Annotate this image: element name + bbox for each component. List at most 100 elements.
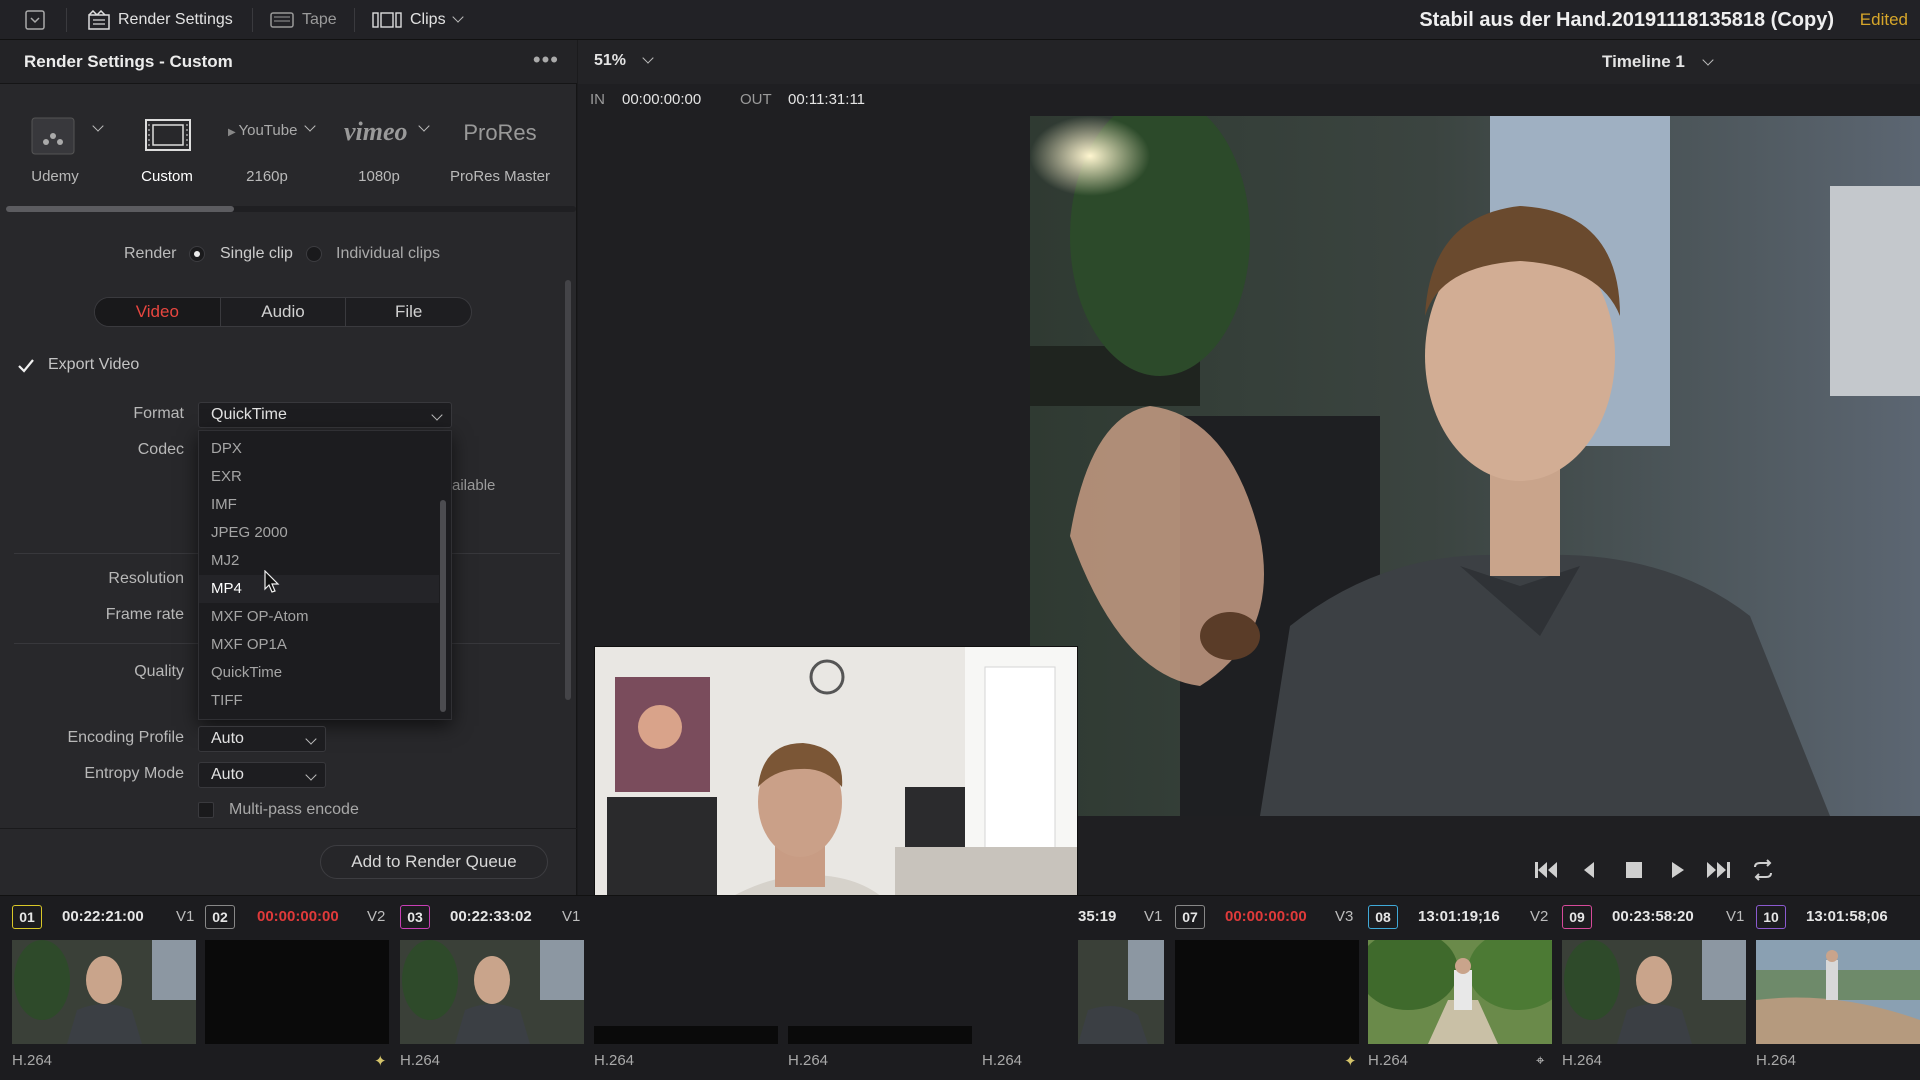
format-option[interactable]: DPX [199,435,439,463]
clip-thumbnail-image [1368,940,1552,1044]
single-clip-radio[interactable] [189,246,205,262]
stop-icon[interactable] [1624,860,1644,880]
clip-thumbnail[interactable] [1562,940,1746,1044]
clip-number: 08 [1368,905,1398,929]
preset-prores[interactable]: ProRes ProRes Master [444,108,556,188]
play-icon[interactable] [1670,860,1686,880]
clip-thumbnail-image [400,940,584,1044]
format-option[interactable]: MJ2 [199,547,439,575]
format-option-hovered[interactable]: MP4 [199,575,439,603]
skip-forward-icon[interactable] [1706,860,1732,880]
video-preview[interactable] [1030,116,1920,816]
video-frame-image [1030,116,1920,816]
tab-audio[interactable]: Audio [221,298,347,326]
format-option[interactable]: MXF OP1A [199,631,439,659]
clip-codec: H.264 [1562,1052,1603,1069]
format-dropdown[interactable]: QuickTime [198,402,452,428]
clip-thumbnail[interactable] [205,940,389,1044]
entropy-mode-label: Entropy Mode [84,765,184,782]
clip-number: 03 [400,905,430,929]
clip-thumbnail[interactable] [788,1026,972,1044]
render-label: Render [124,245,177,262]
render-settings-icon [88,10,110,30]
clip-thumbnail[interactable] [12,940,196,1044]
preset-label: 1080p [358,168,400,185]
preset-custom[interactable]: Custom [112,108,222,188]
project-title: Stabil aus der Hand.20191118135818 (Copy… [1419,9,1834,31]
preset-vimeo[interactable]: vimeo 1080p [324,108,434,188]
clip-codec: H.264 [982,1052,1023,1069]
clip-number: 02 [205,905,235,929]
individual-clips-label: Individual clips [336,245,441,262]
clip-thumbnail[interactable] [1175,940,1359,1044]
clip-thumbnail[interactable] [1368,940,1552,1044]
timeline-dropdown[interactable]: Timeline 1 [1602,52,1714,72]
frame-rate-label: Frame rate [105,606,184,623]
clips-icon [372,12,402,28]
clip-codec: H.264 [594,1052,635,1069]
individual-clips-radio[interactable] [306,246,322,262]
timeline-name: Timeline 1 [1602,52,1685,71]
add-to-render-queue-button[interactable]: Add to Render Queue [320,845,548,879]
render-mode-row: Render Single clip Individual clips [0,240,577,270]
clip-track: V2 [367,908,386,925]
clip-thumbnail[interactable] [400,940,584,1044]
skip-back-icon[interactable] [1534,860,1558,880]
sparkle-icon: ✦ [374,1053,387,1070]
tab-video[interactable]: Video [95,298,221,326]
preset-youtube[interactable]: ▶ YouTube 2160p [212,108,322,188]
panel-header: Render Settings - Custom ••• [0,40,577,84]
clip-thumbnail[interactable] [1078,940,1164,1044]
format-option[interactable]: TIFF [199,687,439,715]
format-option[interactable]: IMF [199,491,439,519]
clip-thumbnail[interactable] [594,1026,778,1044]
entropy-mode-value: Auto [211,766,244,783]
dropdown-icon [25,10,45,30]
format-option[interactable]: QuickTime [199,659,439,687]
format-list-scrollbar[interactable] [440,500,446,712]
chevron-down-icon [642,52,655,64]
more-options-button[interactable]: ••• [533,40,559,80]
top-toolbar: Render Settings Tape Clips Stabil aus de… [0,0,1920,40]
workspace-menu-button[interactable] [24,0,46,40]
sparkle-icon: ✦ [1344,1053,1357,1070]
panel-title: Render Settings - Custom [24,52,233,71]
tape-toggle[interactable]: Tape [270,0,337,40]
clip-number: 01 [12,905,42,929]
clip-thumbnail-image [1756,940,1920,1044]
clip-timecode: 00:00:00:00 [257,908,339,925]
preset-udemy[interactable]: Udemy [0,108,110,188]
preset-scrollbar-thumb[interactable] [6,206,234,212]
loop-icon[interactable] [1750,859,1776,881]
encoding-profile-label: Encoding Profile [67,729,184,746]
codec-label: Codec [137,441,184,458]
youtube-logo: ▶ YouTube [228,122,297,139]
out-timecode[interactable]: 00:11:31:11 [788,91,865,108]
step-back-icon[interactable] [1582,860,1596,880]
in-timecode[interactable]: 00:00:00:00 [622,91,701,108]
codec-note: ailable [452,477,496,494]
tab-file[interactable]: File [346,298,471,326]
clip-number: 09 [1562,905,1592,929]
entropy-mode-dropdown[interactable]: Auto [198,762,326,788]
render-settings-toggle[interactable]: Render Settings [88,0,233,40]
format-option[interactable]: MXF OP-Atom [199,603,439,631]
clip-codec: H.264 [1756,1052,1797,1069]
clips-toggle[interactable]: Clips [372,0,464,40]
export-video-checkbox[interactable] [16,356,36,376]
edited-status: Edited [1859,10,1908,29]
format-dropdown-list: DPX EXR IMF JPEG 2000 MJ2 MP4 MXF OP-Ato… [198,430,452,720]
clip-thumbnail[interactable] [1756,940,1920,1044]
panel-scrollbar[interactable] [565,280,571,700]
youtube-text: YouTube [238,122,298,139]
format-option[interactable]: JPEG 2000 [199,519,439,547]
format-option[interactable]: EXR [199,463,439,491]
format-label: Format [133,405,184,422]
encoding-profile-dropdown[interactable]: Auto [198,726,326,752]
multipass-checkbox[interactable] [198,802,214,818]
chevron-down-icon [1701,54,1714,66]
target-icon: ⌖ [1536,1052,1545,1069]
clip-track: V3 [1335,908,1354,925]
clip-codec: H.264 [12,1052,53,1069]
zoom-dropdown[interactable]: 51% [594,52,655,70]
